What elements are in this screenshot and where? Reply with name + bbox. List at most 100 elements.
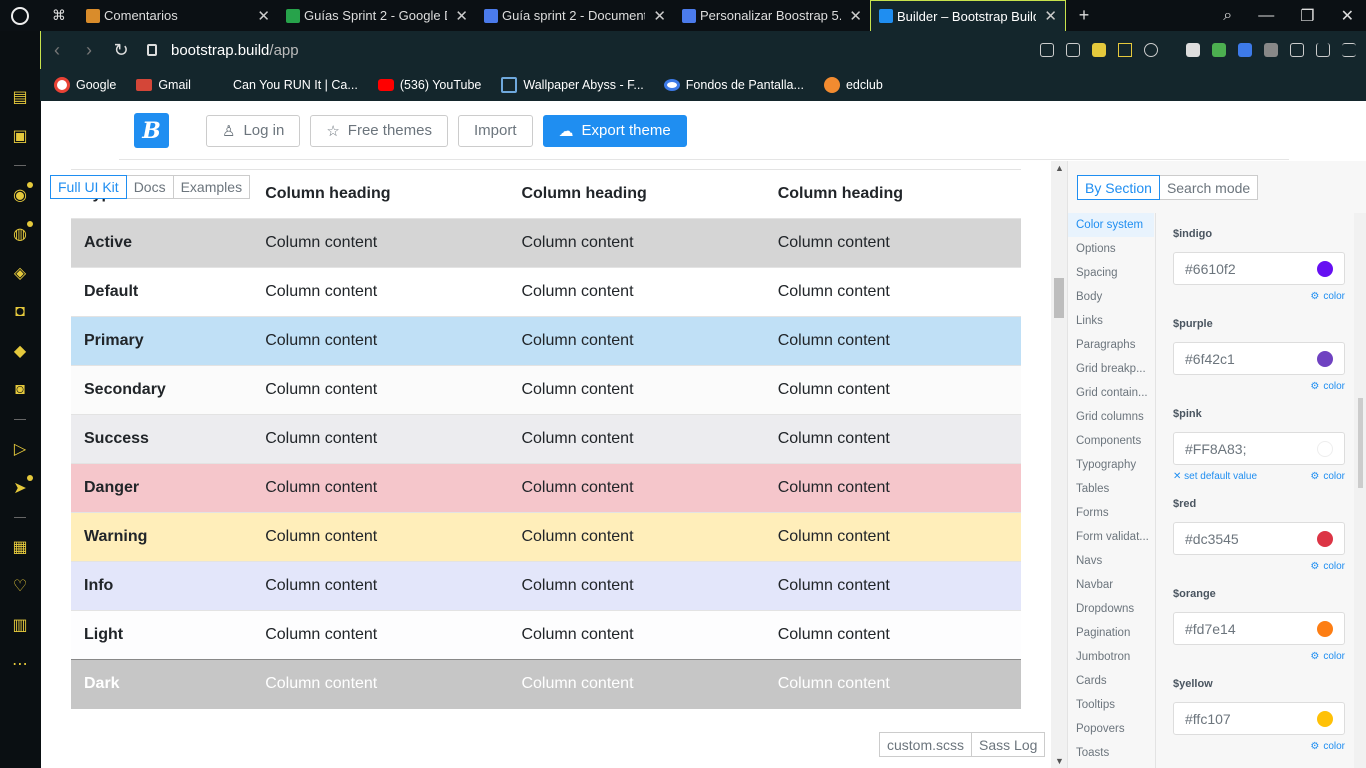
section-nav-item[interactable]: Forms: [1068, 501, 1154, 525]
twitch-icon[interactable]: ▣: [10, 126, 30, 146]
edit-icon[interactable]: [1040, 43, 1054, 57]
variable-value-input[interactable]: #6610f2: [1173, 252, 1345, 285]
color-link[interactable]: color: [1323, 381, 1345, 392]
whatsapp-icon[interactable]: ◍: [10, 221, 33, 244]
export-theme-button[interactable]: ☁ Export theme: [542, 114, 687, 147]
tab-personalizar[interactable]: Personalizar Boostrap 5.do ✕: [674, 0, 870, 31]
login-button[interactable]: ♙ Log in: [206, 114, 301, 147]
close-tab-icon[interactable]: ✕: [455, 7, 468, 25]
color-swatch[interactable]: [1317, 351, 1333, 367]
heart-icon[interactable]: [1144, 43, 1158, 57]
extension-puzzle-icon[interactable]: [1264, 43, 1278, 57]
scroll-up-icon[interactable]: ▲: [1055, 163, 1064, 173]
color-link[interactable]: color: [1323, 651, 1345, 662]
close-tab-icon[interactable]: ✕: [653, 7, 666, 25]
variable-value-input[interactable]: #fd7e14: [1173, 612, 1345, 645]
bootstrap-build-logo[interactable]: B: [134, 113, 169, 148]
close-tab-icon[interactable]: ✕: [1044, 7, 1057, 25]
section-nav-item[interactable]: Cards: [1068, 669, 1154, 693]
sass-log-button[interactable]: Sass Log: [971, 732, 1046, 757]
section-nav-item[interactable]: Options: [1068, 237, 1154, 261]
section-nav-item[interactable]: Navbar: [1068, 573, 1154, 597]
tab-docs[interactable]: Docs: [125, 175, 174, 199]
import-button[interactable]: Import: [457, 114, 533, 147]
reload-icon[interactable]: ↻: [105, 40, 137, 61]
minimize-icon[interactable]: —: [1258, 7, 1274, 25]
section-nav-item[interactable]: Dropdowns: [1068, 597, 1154, 621]
close-window-icon[interactable]: ✕: [1341, 6, 1354, 26]
new-tab-button[interactable]: +: [1066, 0, 1102, 31]
color-swatch[interactable]: [1317, 261, 1333, 277]
search-icon[interactable]: ⌕: [1223, 7, 1232, 25]
section-nav-item[interactable]: Paragraphs: [1068, 333, 1154, 357]
player-icon[interactable]: ▷: [10, 439, 30, 459]
back-icon[interactable]: ‹: [41, 40, 73, 61]
section-nav-item[interactable]: Grid breakp...: [1068, 357, 1154, 381]
close-tab-icon[interactable]: ✕: [849, 7, 862, 25]
search-mode-tab[interactable]: Search mode: [1158, 175, 1259, 200]
speed-dial-icon[interactable]: ▦: [10, 537, 30, 557]
messenger-icon[interactable]: ◉: [10, 182, 33, 205]
bookmark-fondos[interactable]: Fondos de Pantalla...: [663, 78, 804, 92]
color-swatch[interactable]: [1317, 621, 1333, 637]
discord-icon[interactable]: ◙: [10, 380, 30, 400]
section-nav-item[interactable]: Links: [1068, 309, 1154, 333]
color-extension-icon[interactable]: [1212, 43, 1226, 57]
telegram-icon[interactable]: ◈: [10, 263, 30, 283]
color-link[interactable]: color: [1323, 561, 1345, 572]
section-nav-item[interactable]: Toasts: [1068, 741, 1154, 765]
url-field[interactable]: bootstrap.build/app: [147, 42, 299, 59]
opera-menu-icon[interactable]: [0, 0, 40, 31]
color-swatch[interactable]: [1317, 711, 1333, 727]
variable-value-input[interactable]: #dc3545: [1173, 522, 1345, 555]
scroll-down-icon[interactable]: ▼: [1055, 756, 1064, 766]
custom-scss-button[interactable]: custom.scss: [879, 732, 973, 757]
section-nav-item[interactable]: Spacing: [1068, 261, 1154, 285]
section-nav-item[interactable]: Typography: [1068, 453, 1154, 477]
section-nav-item[interactable]: Components: [1068, 429, 1154, 453]
bookmarks-heart-icon[interactable]: ♡: [10, 576, 30, 596]
section-nav-item[interactable]: Color system: [1068, 213, 1154, 237]
preview-scrollbar[interactable]: ▲ ▼: [1051, 161, 1067, 768]
section-nav-item[interactable]: Jumbotron: [1068, 645, 1154, 669]
variable-value-input[interactable]: #ffc107: [1173, 702, 1345, 735]
scrollbar-thumb[interactable]: [1358, 398, 1363, 488]
color-link[interactable]: color: [1323, 471, 1345, 482]
workspaces-icon[interactable]: ▤: [10, 87, 30, 107]
instagram-icon[interactable]: ◘: [10, 302, 30, 322]
close-tab-icon[interactable]: ✕: [257, 7, 270, 25]
color-swatch[interactable]: [1317, 531, 1333, 547]
send-icon[interactable]: [1118, 43, 1132, 57]
color-link[interactable]: color: [1323, 291, 1345, 302]
easy-setup-icon[interactable]: [1342, 43, 1356, 57]
panel-scrollbar[interactable]: [1354, 213, 1366, 768]
section-nav-item[interactable]: Navs: [1068, 549, 1154, 573]
tab-guias-sprint[interactable]: Guías Sprint 2 - Google Dri ✕: [278, 0, 476, 31]
tab-guia-documento[interactable]: Guía sprint 2 - Documento ✕: [476, 0, 674, 31]
tab-builder-active[interactable]: Builder – Bootstrap Build ✕: [870, 0, 1066, 31]
section-nav-item[interactable]: Popovers: [1068, 717, 1154, 741]
send-flow-icon[interactable]: ➤: [10, 475, 33, 498]
tab-comentarios[interactable]: Comentarios ✕: [78, 0, 278, 31]
twitter-icon[interactable]: ◆: [10, 341, 30, 361]
cube-icon[interactable]: [1290, 43, 1304, 57]
translate-icon[interactable]: [1238, 43, 1252, 57]
color-swatch[interactable]: [1317, 441, 1333, 457]
set-default-value-link[interactable]: ✕ set default value: [1173, 471, 1257, 482]
section-nav-item[interactable]: Tables: [1068, 477, 1154, 501]
bookmark-canyourunit[interactable]: Can You RUN It | Ca...: [211, 77, 358, 93]
more-icon[interactable]: ⋯: [10, 654, 30, 674]
free-themes-button[interactable]: ☆ Free themes: [310, 114, 448, 147]
forward-icon[interactable]: ›: [73, 40, 105, 61]
download-icon[interactable]: [1316, 43, 1330, 57]
gamepad-icon[interactable]: ⌘: [40, 0, 78, 31]
scrollbar-thumb[interactable]: [1054, 278, 1064, 318]
section-nav-item[interactable]: Form validat...: [1068, 525, 1154, 549]
bookmark-wallpaper-abyss[interactable]: Wallpaper Abyss - F...: [501, 77, 644, 93]
section-nav-item[interactable]: Tooltips: [1068, 693, 1154, 717]
bookmark-edclub[interactable]: edclub: [823, 77, 883, 93]
variable-value-input[interactable]: #FF8A83;: [1173, 432, 1345, 465]
variable-value-input[interactable]: #6f42c1: [1173, 342, 1345, 375]
section-nav-item[interactable]: Grid columns: [1068, 405, 1154, 429]
bookmark-youtube[interactable]: (536) YouTube: [377, 78, 481, 92]
